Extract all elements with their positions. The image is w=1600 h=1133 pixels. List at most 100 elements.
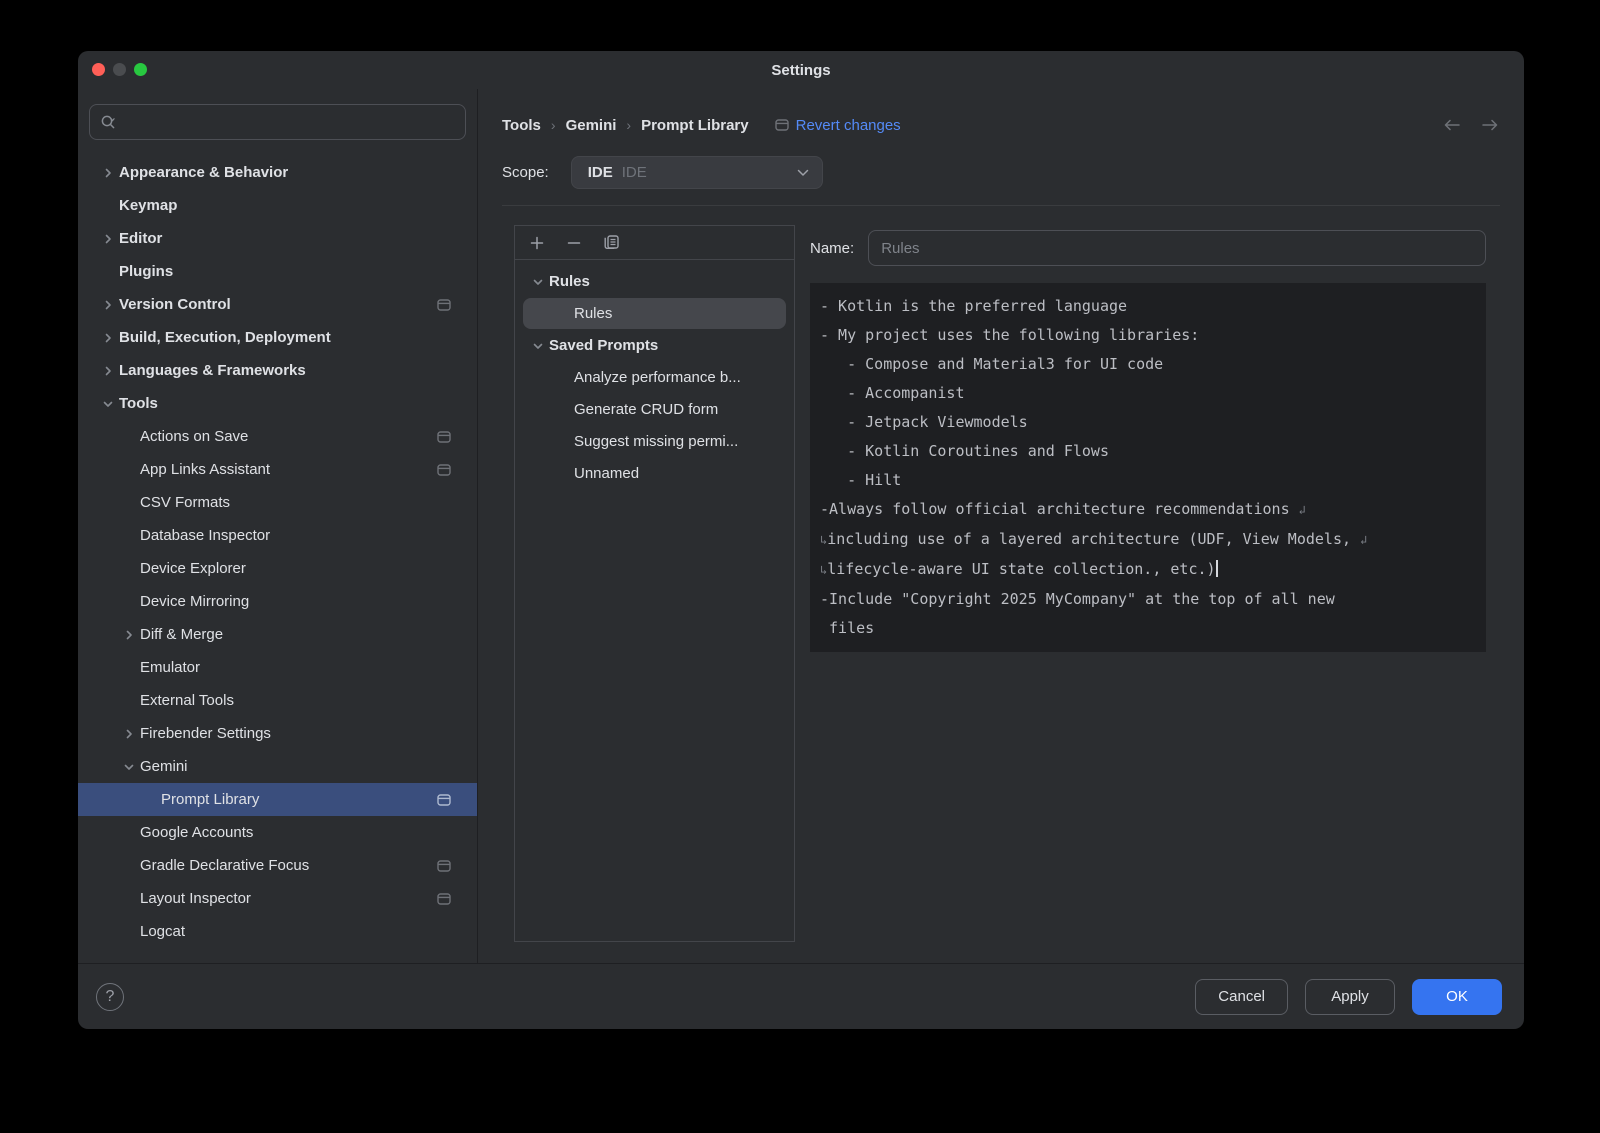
sidebar-item-prompt-library[interactable]: Prompt Library [78, 783, 477, 816]
scope-label: Scope: [502, 164, 549, 181]
prompt-text-editor[interactable]: - Kotlin is the preferred language- My p… [810, 283, 1486, 652]
chevron-down-icon[interactable] [532, 276, 544, 288]
editor-line-text: files [820, 619, 874, 637]
revert-changes-label: Revert changes [796, 117, 901, 134]
tree-toggle[interactable] [527, 340, 549, 352]
sidebar-item-label: App Links Assistant [140, 461, 270, 478]
search-input[interactable] [89, 104, 466, 140]
name-label: Name: [810, 240, 854, 257]
tree-toggle[interactable] [97, 365, 119, 377]
sidebar-item-device-explorer[interactable]: Device Explorer [78, 552, 477, 585]
chevron-right-icon[interactable] [102, 332, 114, 344]
chevron-down-icon[interactable] [102, 398, 114, 410]
prompt-tree-item-analyze-performance-b[interactable]: Analyze performance b... [523, 362, 786, 393]
add-prompt-button[interactable] [525, 231, 549, 255]
editor-line: - My project uses the following librarie… [820, 321, 1476, 350]
sidebar-item-logcat[interactable]: Logcat [78, 915, 477, 948]
sidebar-item-label: Device Mirroring [140, 593, 249, 610]
tree-toggle[interactable] [118, 728, 140, 740]
breadcrumb-tools[interactable]: Tools [502, 117, 541, 134]
scope-value: IDE [588, 164, 613, 181]
chevron-right-icon[interactable] [102, 299, 114, 311]
prompt-tree-item-suggest-missing-permi[interactable]: Suggest missing permi... [523, 426, 786, 457]
sidebar-item-editor[interactable]: Editor [78, 222, 477, 255]
sidebar-item-database-inspector[interactable]: Database Inspector [78, 519, 477, 552]
settings-dialog: Settings Appearance & Behavior KeymapEdit… [78, 51, 1524, 1029]
breadcrumb-gemini[interactable]: Gemini [566, 117, 617, 134]
copy-prompt-button[interactable] [599, 231, 623, 255]
prompt-tree-group-saved-prompts[interactable]: Saved Prompts [523, 330, 786, 361]
sidebar-item-device-mirroring[interactable]: Device Mirroring [78, 585, 477, 618]
editor-line-text: - Jetpack Viewmodels [820, 413, 1028, 431]
sidebar-item-external-tools[interactable]: External Tools [78, 684, 477, 717]
cancel-button[interactable]: Cancel [1195, 979, 1288, 1015]
prompt-tree-item-generate-crud-form[interactable]: Generate CRUD form [523, 394, 786, 425]
tree-toggle[interactable] [97, 332, 119, 344]
prompt-tree-item-rules[interactable]: Rules [523, 298, 786, 329]
sidebar-item-label: Appearance & Behavior [119, 164, 288, 181]
settings-sidebar: Appearance & Behavior KeymapEditorPlugins… [78, 89, 478, 963]
sidebar-item-diff-merge[interactable]: Diff & Merge [78, 618, 477, 651]
sidebar-item-gemini[interactable]: Gemini [78, 750, 477, 783]
editor-line: - Kotlin Coroutines and Flows [820, 437, 1476, 466]
remove-prompt-button[interactable] [562, 231, 586, 255]
editor-line: -Include "Copyright 2025 MyCompany" at t… [820, 585, 1476, 614]
ide-settings-icon [437, 893, 451, 905]
ok-button[interactable]: OK [1412, 979, 1502, 1015]
chevron-right-icon[interactable] [123, 728, 135, 740]
chevron-right-icon[interactable] [123, 629, 135, 641]
sidebar-item-layout-inspector[interactable]: Layout Inspector [78, 882, 477, 915]
editor-line-text: - My project uses the following librarie… [820, 326, 1199, 344]
sidebar-item-appearance-behavior[interactable]: Appearance & Behavior [78, 156, 477, 189]
chevron-down-icon [796, 168, 810, 177]
prompt-tree-group-rules[interactable]: Rules [523, 266, 786, 297]
revert-changes-link[interactable]: Revert changes [775, 117, 901, 134]
tree-toggle[interactable] [97, 398, 119, 410]
tree-toggle[interactable] [97, 167, 119, 179]
sidebar-item-google-accounts[interactable]: Google Accounts [78, 816, 477, 849]
chevron-down-icon[interactable] [532, 340, 544, 352]
tree-toggle[interactable] [97, 233, 119, 245]
prompt-name-input[interactable] [868, 230, 1486, 266]
chevron-right-icon[interactable] [102, 365, 114, 377]
sidebar-item-app-links-assistant[interactable]: App Links Assistant [78, 453, 477, 486]
apply-button[interactable]: Apply [1305, 979, 1395, 1015]
sidebar-item-csv-formats[interactable]: CSV Formats [78, 486, 477, 519]
forward-arrow-icon[interactable] [1480, 117, 1500, 133]
editor-line-text: lifecycle-aware UI state collection., et… [827, 560, 1215, 578]
scope-dropdown[interactable]: IDE IDE [571, 156, 823, 189]
chevron-right-icon[interactable] [102, 233, 114, 245]
sidebar-item-label: Diff & Merge [140, 626, 223, 643]
sidebar-item-label: CSV Formats [140, 494, 230, 511]
tree-toggle[interactable] [118, 629, 140, 641]
sidebar-item-label: Device Explorer [140, 560, 246, 577]
prompt-detail-pane: Name: - Kotlin is the preferred language… [810, 225, 1486, 942]
editor-line-text: - Compose and Material3 for UI code [820, 355, 1163, 373]
chevron-down-icon[interactable] [123, 761, 135, 773]
sidebar-item-build-execution-deployment[interactable]: Build, Execution, Deployment [78, 321, 477, 354]
prompt-tree-item-unnamed[interactable]: Unnamed [523, 458, 786, 489]
sidebar-item-label: Database Inspector [140, 527, 270, 544]
tree-toggle[interactable] [527, 276, 549, 288]
sidebar-item-version-control[interactable]: Version Control [78, 288, 477, 321]
chevron-right-icon[interactable] [102, 167, 114, 179]
scope-hint: IDE [622, 164, 647, 181]
editor-line-text: -Always follow official architecture rec… [820, 500, 1299, 518]
window-title: Settings [78, 51, 1524, 89]
sidebar-item-keymap[interactable]: Keymap [78, 189, 477, 222]
sidebar-item-gradle-declarative-focus[interactable]: Gradle Declarative Focus [78, 849, 477, 882]
sidebar-item-languages-frameworks[interactable]: Languages & Frameworks [78, 354, 477, 387]
sidebar-item-tools[interactable]: Tools [78, 387, 477, 420]
back-arrow-icon[interactable] [1442, 117, 1462, 133]
sidebar-item-actions-on-save[interactable]: Actions on Save [78, 420, 477, 453]
tree-toggle[interactable] [118, 761, 140, 773]
prompt-tree-label: Saved Prompts [549, 337, 658, 354]
sidebar-item-label: Version Control [119, 296, 231, 313]
sidebar-item-emulator[interactable]: Emulator [78, 651, 477, 684]
sidebar-item-plugins[interactable]: Plugins [78, 255, 477, 288]
ide-settings-icon [437, 431, 451, 443]
sidebar-item-firebender-settings[interactable]: Firebender Settings [78, 717, 477, 750]
tree-toggle[interactable] [97, 299, 119, 311]
breadcrumb: Tools › Gemini › Prompt Library Revert c… [502, 111, 1500, 139]
help-icon[interactable]: ? [96, 983, 124, 1011]
